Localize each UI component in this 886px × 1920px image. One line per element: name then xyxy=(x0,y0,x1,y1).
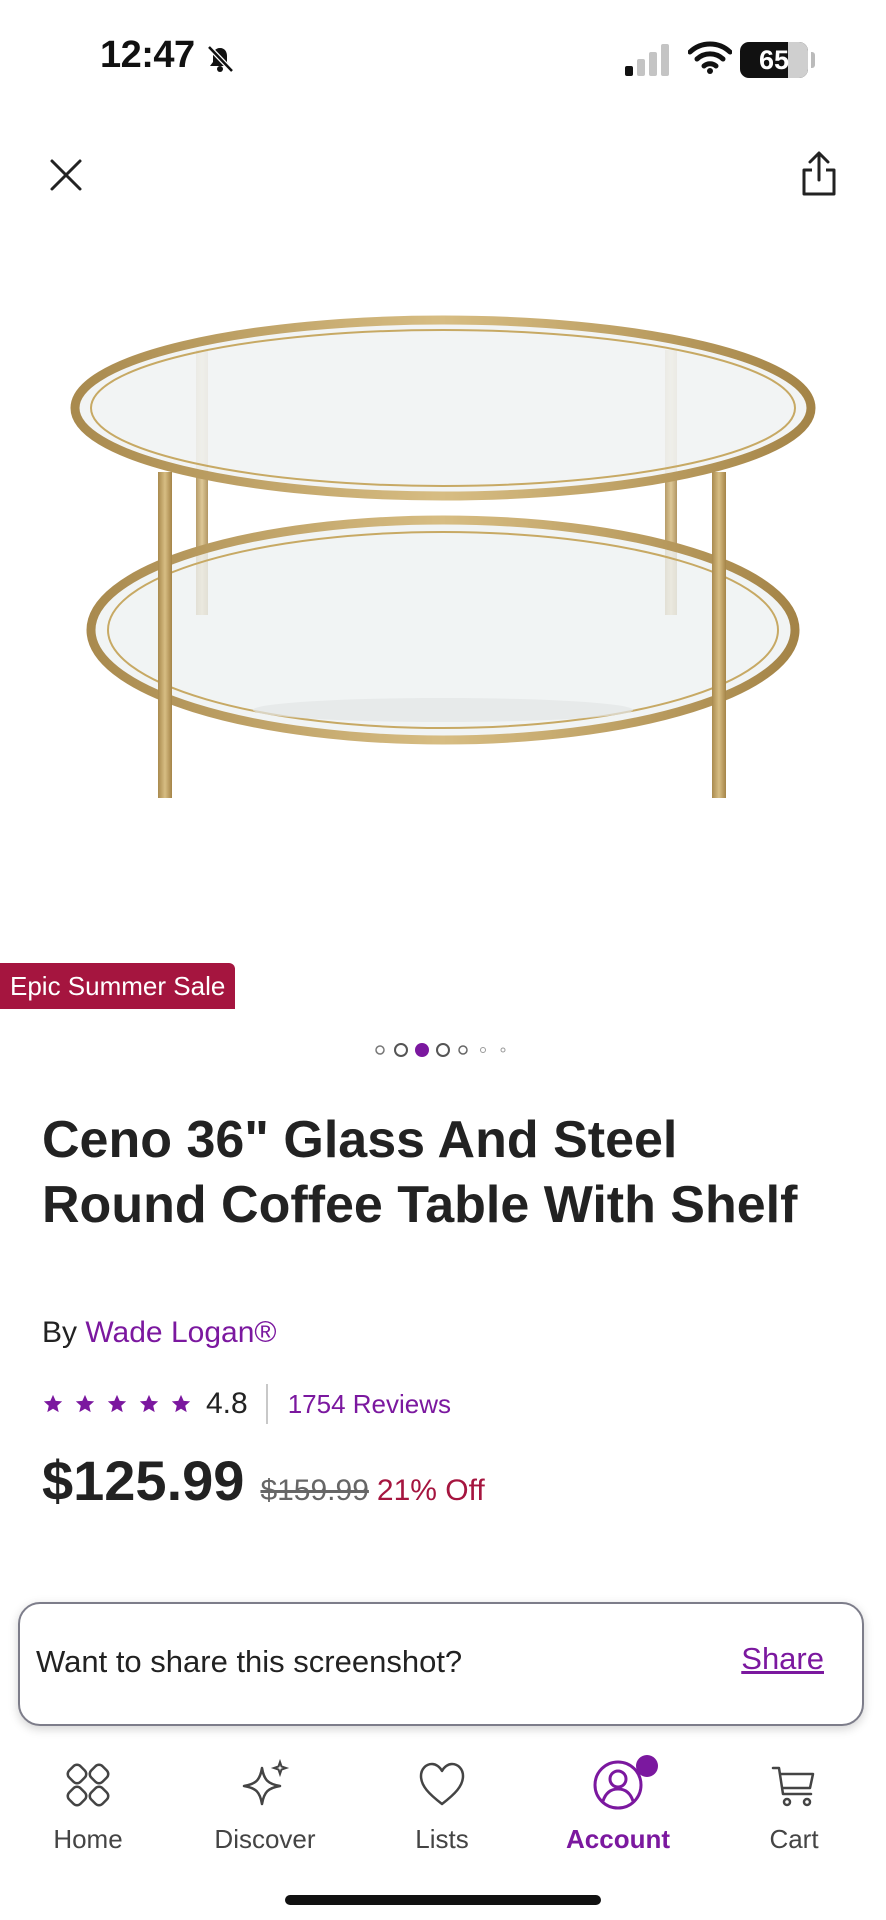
wifi-icon xyxy=(688,41,732,74)
sparkle-icon xyxy=(242,1758,290,1806)
rating-value: 4.8 xyxy=(206,1387,248,1420)
brand-link[interactable]: Wade Logan® xyxy=(85,1316,276,1349)
nav-lists[interactable]: Lists xyxy=(362,1758,522,1855)
carousel-dots[interactable] xyxy=(0,1040,886,1060)
share-prompt-text: Want to share this screenshot? xyxy=(36,1644,463,1679)
nav-cart-label: Cart xyxy=(769,1824,819,1854)
product-image[interactable] xyxy=(0,240,886,840)
star-icon xyxy=(139,1394,159,1413)
rating-row[interactable]: 4.8 1754 Reviews xyxy=(42,1384,451,1424)
product-title: Ceno 36" Glass And Steel Round Coffee Ta… xyxy=(42,1111,798,1234)
rating-divider xyxy=(265,1384,268,1424)
current-price: $125.99 xyxy=(42,1449,245,1512)
status-bar: 12:47 65 xyxy=(0,0,886,120)
sale-badge: Epic Summer Sale xyxy=(0,963,236,1009)
status-time: 12:47 xyxy=(100,34,195,76)
share-screenshot-link[interactable]: Share xyxy=(741,1641,824,1677)
original-price: $159.99 xyxy=(260,1474,369,1507)
star-icon xyxy=(171,1394,191,1413)
nav-home-label: Home xyxy=(53,1824,123,1854)
price-row: $125.99 $159.99 21% Off xyxy=(42,1448,485,1513)
share-screenshot-card: Want to share this screenshot? Share xyxy=(18,1602,864,1726)
cellular-signal-icon xyxy=(625,44,669,76)
battery-cap xyxy=(811,52,815,68)
nav-account[interactable]: Account xyxy=(538,1755,698,1855)
heart-icon xyxy=(419,1762,465,1806)
bell-slash-icon xyxy=(207,45,234,73)
brand-line: By Wade Logan® xyxy=(42,1316,276,1350)
reviews-link[interactable]: 1754 Reviews xyxy=(288,1389,451,1420)
cart-icon xyxy=(771,1766,815,1807)
battery-icon: 65 xyxy=(740,42,808,78)
close-button[interactable] xyxy=(46,155,86,195)
nav-cart[interactable]: Cart xyxy=(714,1758,874,1855)
nav-discover[interactable]: Discover xyxy=(185,1758,345,1855)
battery-level: 65 xyxy=(758,45,790,75)
nav-home[interactable]: Home xyxy=(8,1758,168,1855)
star-icon xyxy=(75,1394,95,1413)
star-icon xyxy=(43,1394,63,1413)
home-icon xyxy=(66,1763,110,1807)
account-notification-dot xyxy=(636,1755,658,1777)
star-icon xyxy=(107,1394,127,1413)
star-rating xyxy=(42,1393,192,1415)
share-button[interactable] xyxy=(798,150,840,198)
nav-account-label: Account xyxy=(566,1824,670,1854)
discount-label: 21% Off xyxy=(376,1474,485,1507)
home-indicator xyxy=(285,1895,601,1905)
nav-lists-label: Lists xyxy=(415,1824,469,1854)
by-prefix: By xyxy=(42,1316,78,1349)
nav-discover-label: Discover xyxy=(214,1824,316,1854)
bottom-nav: Home Discover Lists Account Cart xyxy=(0,1740,886,1870)
